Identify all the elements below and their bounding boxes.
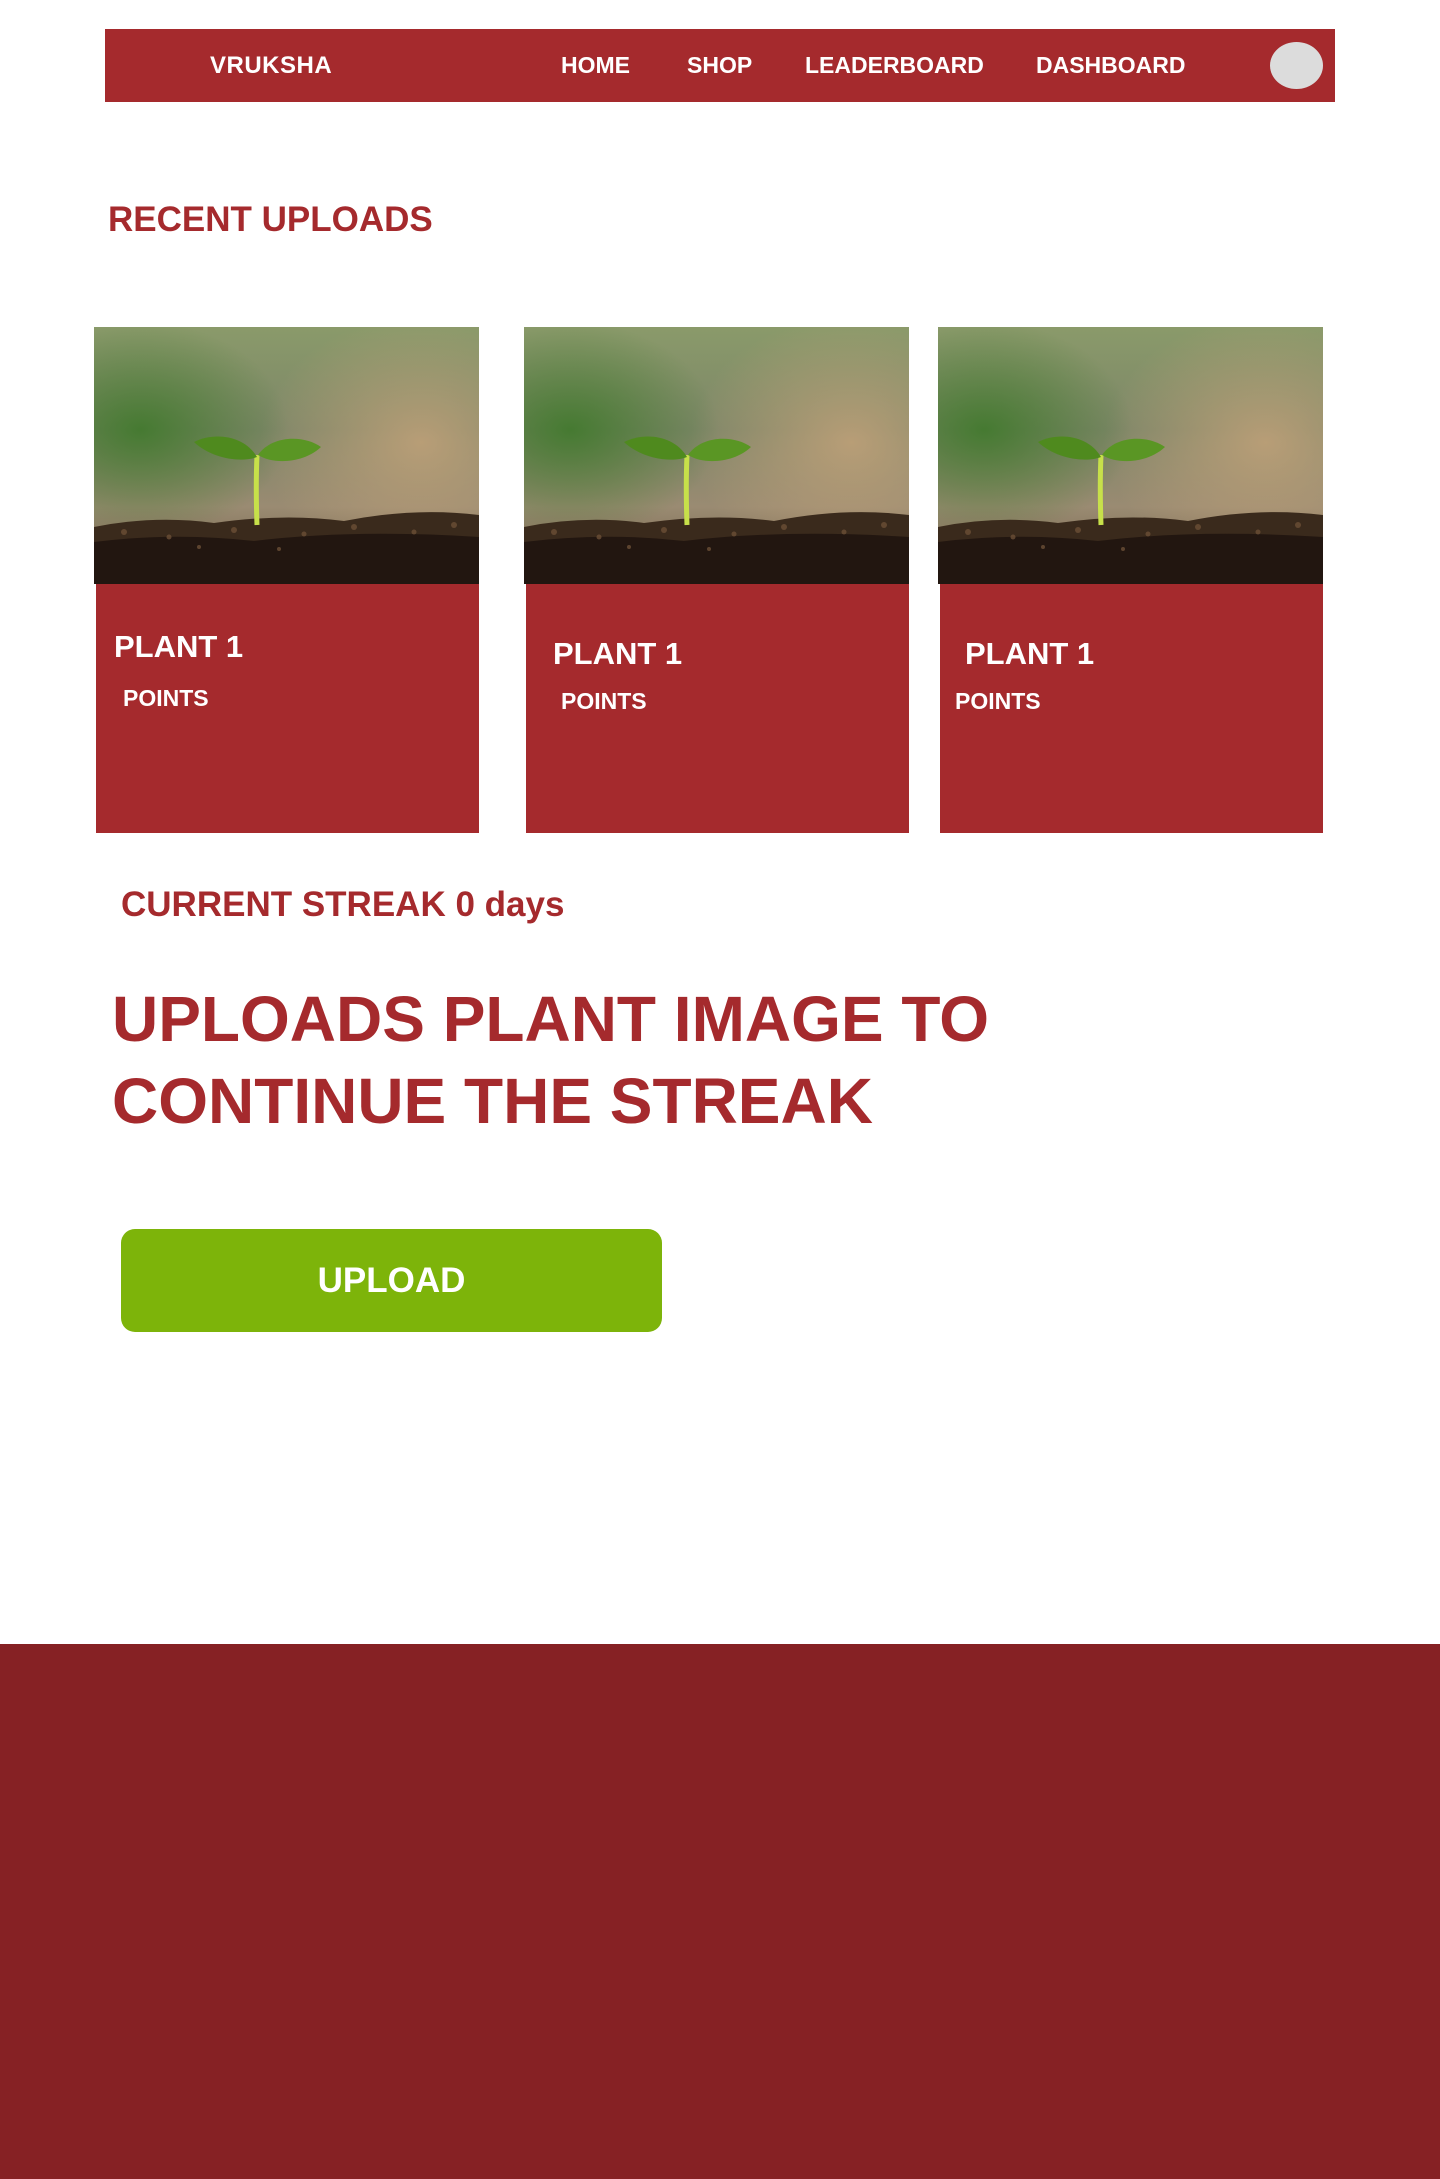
card-info-panel: PLANT 1 POINTS bbox=[526, 584, 909, 833]
upload-card[interactable]: PLANT 1 POINTS bbox=[94, 327, 479, 833]
top-navbar: VRUKSHA HOME SHOP LEADERBOARD DASHBOARD bbox=[105, 29, 1335, 102]
plant-points: POINTS bbox=[561, 688, 647, 714]
seedling-photo bbox=[94, 327, 479, 584]
plant-points: POINTS bbox=[123, 685, 209, 711]
seedling-photo bbox=[938, 327, 1323, 584]
card-info-panel: PLANT 1 POINTS bbox=[96, 584, 479, 833]
plant-name: PLANT 1 bbox=[114, 629, 244, 664]
card-info-panel: PLANT 1 POINTS bbox=[940, 584, 1323, 833]
upload-button[interactable]: UPLOAD bbox=[121, 1229, 662, 1332]
nav-home-link[interactable]: HOME bbox=[561, 29, 630, 102]
nav-shop-link[interactable]: SHOP bbox=[687, 29, 752, 102]
plant-name: PLANT 1 bbox=[553, 636, 683, 671]
current-streak-text: CURRENT STREAK 0 days bbox=[121, 885, 565, 924]
footer bbox=[0, 1644, 1440, 2179]
brand-logo-text[interactable]: VRUKSHA bbox=[210, 29, 332, 102]
nav-leaderboard-link[interactable]: LEADERBOARD bbox=[805, 29, 984, 102]
recent-uploads-heading: RECENT UPLOADS bbox=[108, 200, 433, 239]
user-avatar-icon[interactable] bbox=[1270, 42, 1323, 89]
seedling-photo bbox=[524, 327, 909, 584]
plant-name: PLANT 1 bbox=[965, 636, 1095, 671]
upload-card[interactable]: PLANT 1 POINTS bbox=[938, 327, 1323, 833]
upload-card[interactable]: PLANT 1 POINTS bbox=[524, 327, 909, 833]
upload-prompt-headline: UPLOADS PLANT IMAGE TO CONTINUE THE STRE… bbox=[112, 983, 990, 1137]
nav-dashboard-link[interactable]: DASHBOARD bbox=[1036, 29, 1186, 102]
plant-points: POINTS bbox=[955, 688, 1041, 714]
